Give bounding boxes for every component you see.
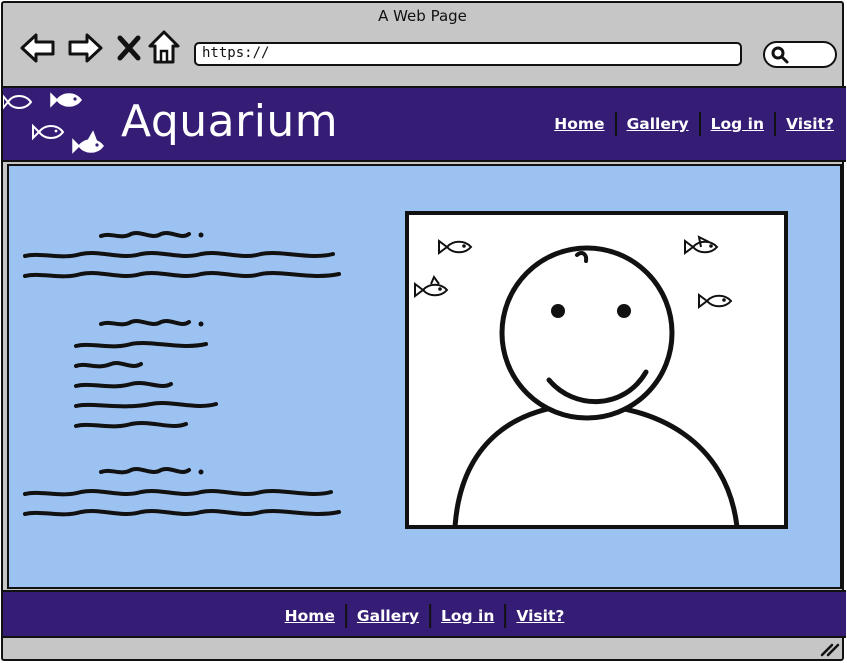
text-block-1 [23,231,341,279]
site-footer: Home Gallery Log in Visit? [3,590,846,638]
fish-logo-icon [3,92,104,154]
nav-visit-link[interactable]: Visit? [776,115,844,133]
nav-home-link[interactable]: Home [544,115,614,133]
smiley-person-illustration [414,235,740,525]
close-x-icon[interactable] [116,34,142,62]
nav-login-link[interactable]: Log in [701,115,774,133]
header-nav: Home Gallery Log in Visit? [544,112,844,136]
site-title: Aquarium [121,96,339,147]
site-header: Aquarium Home Gallery Log in Visit? [3,86,846,162]
home-icon[interactable] [147,29,181,65]
portrait-image [405,211,788,529]
main-content [7,164,842,589]
footer-home-link[interactable]: Home [275,607,345,625]
footer-nav: Home Gallery Log in Visit? [275,604,575,628]
forward-arrow-icon[interactable] [66,31,104,65]
search-icon [771,46,789,64]
text-block-2 [74,319,218,429]
text-block-3 [23,467,341,517]
footer-visit-link[interactable]: Visit? [506,607,574,625]
footer-login-link[interactable]: Log in [431,607,504,625]
address-bar[interactable]: https:// [194,42,742,66]
search-box[interactable] [763,41,837,68]
footer-gallery-link[interactable]: Gallery [347,607,429,625]
browser-window: A Web Page https:// Aquarium Home Galler… [1,1,846,661]
window-title: A Web Page [378,7,467,25]
resize-grip-icon[interactable] [818,639,840,657]
nav-gallery-link[interactable]: Gallery [617,115,699,133]
back-arrow-icon[interactable] [19,31,57,65]
